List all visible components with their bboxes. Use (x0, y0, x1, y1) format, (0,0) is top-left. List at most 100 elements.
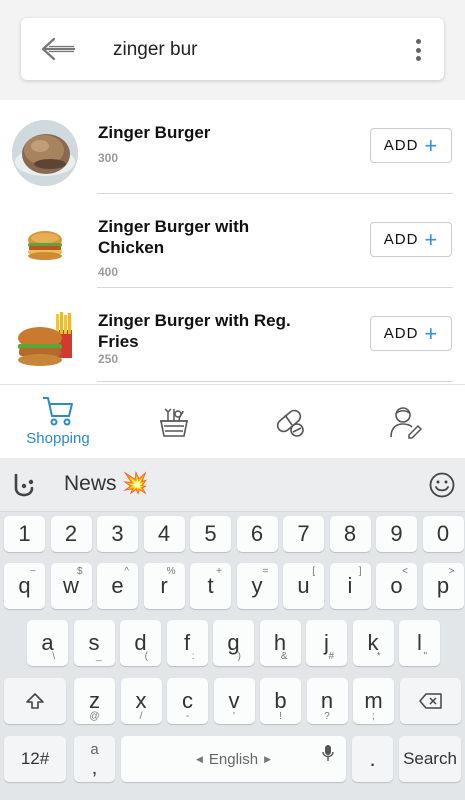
search-key[interactable]: Search (399, 736, 461, 782)
search-header (0, 0, 465, 100)
key-hint: > (448, 566, 455, 577)
key-hint: < (402, 566, 408, 577)
key-9[interactable]: 9 (376, 516, 417, 552)
back-arrow-icon (41, 37, 76, 61)
suggestion-word[interactable]: News 💥 (64, 472, 149, 496)
key-hint: ' (233, 711, 235, 722)
key-e[interactable]: e ^ (97, 563, 138, 609)
key-hint: ) (237, 651, 241, 662)
nav-item-doctor[interactable] (348, 385, 464, 459)
add-label: ADD (383, 325, 419, 342)
space-key[interactable]: ◀ English ▶ (121, 736, 346, 782)
shift-key[interactable] (4, 678, 66, 724)
backspace-key[interactable] (400, 678, 461, 724)
nav-item-pharmacy[interactable] (232, 385, 348, 459)
key-label: 3 (111, 521, 124, 546)
key-s[interactable]: s _ (73, 620, 115, 666)
key-t[interactable]: t + (190, 563, 231, 609)
key-hint: * (376, 651, 381, 662)
key-f[interactable]: f: (166, 620, 208, 666)
key-hint: ! (279, 711, 282, 722)
doctor-icon (390, 407, 423, 439)
key-2[interactable]: 2 (50, 516, 92, 552)
emoji-icon[interactable] (429, 472, 455, 498)
key-y[interactable]: y = (236, 563, 278, 609)
nav-item-grocery[interactable] (116, 385, 232, 459)
key-3[interactable]: 3 (97, 516, 138, 552)
add-button[interactable]: ADD + (370, 128, 452, 163)
search-results-list: Zinger Burger 300 ADD + Zinger Burger wit… (0, 100, 465, 384)
arrow-left-icon: ◀ (195, 753, 203, 764)
key-4[interactable]: 4 (143, 516, 185, 552)
add-label: ADD (383, 231, 419, 248)
key-label: 4 (157, 521, 171, 546)
product-name: Zinger Burger (98, 123, 211, 142)
key-p[interactable]: p > (422, 563, 464, 609)
add-label: ADD (383, 137, 419, 154)
key-o[interactable]: o < (376, 563, 417, 609)
key-x[interactable]: x / (120, 678, 162, 724)
bottom-navigation: Shopping (0, 384, 465, 458)
key-u[interactable]: u[ (283, 563, 324, 609)
key-h[interactable]: h & (259, 620, 301, 666)
key-label: 6 (250, 521, 264, 546)
key-r[interactable]: r% (143, 563, 185, 609)
product-image (12, 214, 78, 280)
comma-key[interactable]: a, (74, 736, 115, 782)
key-l[interactable]: l " (399, 620, 440, 666)
symbols-key[interactable]: 12# (4, 736, 66, 782)
search-input[interactable] (113, 36, 393, 64)
key-5[interactable]: 5 (190, 516, 231, 552)
key-g[interactable]: g) (213, 620, 254, 666)
grocery-basket-icon (160, 408, 188, 437)
key-7[interactable]: 7 (283, 516, 324, 552)
key-8[interactable]: 8 (329, 516, 371, 552)
product-price: 300 (98, 151, 119, 165)
more-options-button[interactable] (410, 36, 426, 64)
key-0[interactable]: 0 (422, 516, 464, 552)
suggestion-emoji: 💥 (122, 472, 149, 495)
key-label: 12# (20, 749, 50, 768)
add-button[interactable]: ADD + (370, 222, 452, 257)
key-hint: \ (52, 651, 55, 662)
back-button[interactable] (39, 35, 77, 63)
key-label: 9 (390, 521, 403, 546)
key-1[interactable]: 1 (4, 516, 45, 552)
key-k[interactable]: k * (352, 620, 394, 666)
key-j[interactable]: j # (306, 620, 347, 666)
key-d[interactable]: d( (120, 620, 161, 666)
period-key[interactable]: . (352, 736, 393, 782)
key-6[interactable]: 6 (236, 516, 278, 552)
key-hint: + (216, 566, 222, 577)
key-a[interactable]: a \ (27, 620, 68, 666)
search-bar (21, 18, 444, 80)
key-label: Search (403, 749, 457, 768)
key-m[interactable]: m; (353, 678, 394, 724)
key-w[interactable]: w $ (50, 563, 92, 609)
burger-photo-icon (12, 120, 78, 186)
key-label: 8 (343, 521, 357, 546)
key-c[interactable]: c- (167, 678, 208, 724)
add-button[interactable]: ADD + (370, 316, 452, 351)
key-hint: ~ (30, 566, 36, 577)
key-z[interactable]: z @ (74, 678, 115, 724)
key-label: t (207, 573, 214, 598)
key-b[interactable]: b! (260, 678, 301, 724)
list-item[interactable]: Zinger Burger with Reg. Fries 250 ADD + (0, 288, 465, 382)
key-v[interactable]: v ' (213, 678, 255, 724)
key-hint: $ (76, 566, 83, 577)
plus-icon: + (424, 226, 439, 252)
keyboard-logo-icon[interactable] (10, 472, 38, 498)
list-item[interactable]: Zinger Burger with Chicken 400 ADD + (0, 194, 465, 288)
key-n[interactable]: n? (306, 678, 348, 724)
arrow-right-icon: ▶ (264, 753, 272, 764)
nav-label-shopping: Shopping (26, 430, 90, 447)
list-item[interactable]: Zinger Burger 300 ADD + (0, 100, 465, 194)
key-hint: # (328, 651, 334, 662)
dot (415, 47, 421, 53)
nav-item-shopping[interactable]: Shopping (0, 385, 116, 459)
key-hint: " (423, 651, 427, 662)
key-i[interactable]: i] (329, 563, 371, 609)
key-q[interactable]: q ~ (4, 563, 45, 609)
key-hint: ^ (124, 566, 129, 577)
